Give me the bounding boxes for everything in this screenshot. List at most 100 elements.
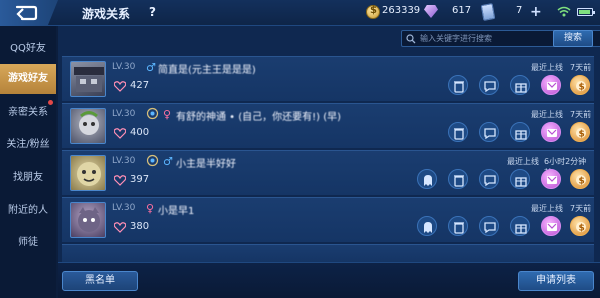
chat-button[interactable] [479,169,499,189]
invite-button[interactable] [417,169,437,189]
page-title: 游戏关系 [82,7,131,21]
ticket-icon [480,3,496,21]
level-label: LV.30 [112,203,136,213]
level-label: LV.30 [112,109,136,119]
avatar[interactable] [70,61,106,97]
trash-icon [454,128,464,140]
gift-button[interactable] [510,122,530,142]
recharge-button[interactable]: $ [570,122,590,142]
chat-button[interactable] [479,75,499,95]
chat-button[interactable] [479,122,499,142]
sidebar-item-find-friends[interactable]: 找朋友 [0,163,56,193]
back-button[interactable] [0,0,58,26]
last-online-label: 最近上线 [507,157,539,166]
player-name: 小是早1 [158,206,195,217]
chat-icon [484,128,496,140]
chat-icon [484,175,496,187]
friend-row[interactable]: LV.30 ♂ 小主是半好好 397 最近上线 6小时2分钟前 $ [62,150,594,195]
chat-icon [484,222,496,234]
sidebar-item-qq-friends[interactable]: QQ好友 [0,34,56,64]
target-icon [146,154,159,167]
recharge-button[interactable]: $ [570,169,590,189]
plus-icon[interactable]: + [530,5,542,19]
delete-friend-button[interactable] [448,216,468,236]
sidebar-item-mentor[interactable]: 师徒 [0,228,56,258]
friend-row[interactable] [62,244,594,262]
intimacy-value: 380 [130,221,150,232]
message-icon [547,176,557,184]
last-online-label: 最近上线 [531,63,563,72]
player-name: 有舒的神通 • (自己，你还要有!) (早) [176,112,342,123]
delete-friend-button[interactable] [448,122,468,142]
ghost-icon [424,222,432,233]
friend-row[interactable]: LV.30 ♀ 有舒的神通 • (自己，你还要有!) (早) 400 最近上线 … [62,103,594,148]
svg-text:$: $ [579,224,585,234]
dollar-icon: $ [576,175,586,187]
gift-button[interactable] [510,216,530,236]
search-icon [406,34,416,44]
sidebar-item-nearby[interactable]: 附近的人 [0,196,56,226]
dollar-icon: $ [576,81,586,93]
male-icon: ♂ [146,61,156,74]
ghost-icon [424,175,432,186]
svg-text:$: $ [579,177,585,187]
friend-row[interactable]: LV.30 ♀ 小是早1 380 最近上线 7天前 $ [62,197,594,242]
gift-icon [515,130,527,140]
svg-text:$: $ [579,130,585,140]
recharge-button[interactable]: $ [570,75,590,95]
female-icon: ♀ [146,202,155,215]
gem-count: 617 [452,5,472,16]
coin-icon [366,5,380,19]
chat-button[interactable] [479,216,499,236]
male-icon: ♂ [163,155,173,168]
invite-button[interactable] [417,216,437,236]
sidebar-item-game-friends[interactable]: 游戏好友 [0,64,56,94]
gift-button[interactable] [510,75,530,95]
coin-count: 263339 [382,5,421,16]
sidebar-item-follow[interactable]: 关注/粉丝 [0,130,56,160]
last-online-label: 最近上线 [531,204,563,213]
gift-icon [515,83,527,93]
dollar-icon: $ [576,222,586,234]
player-name: 小主是半好好 [176,159,236,170]
blacklist-button[interactable]: 黑名单 [62,271,138,291]
search-button[interactable]: 搜索 [553,30,593,47]
trash-icon [454,175,464,187]
back-icon [15,5,38,21]
delete-friend-button[interactable] [448,75,468,95]
intimacy-value: 397 [130,174,150,185]
trash-icon [454,81,464,93]
gift-button[interactable] [510,169,530,189]
message-icon [547,82,557,90]
message-button[interactable] [541,122,561,142]
help-button[interactable]: ? [149,5,156,19]
target-icon [146,107,159,120]
chat-icon [484,81,496,93]
trash-icon [454,222,464,234]
ticket-count: 7 [516,5,523,16]
delete-friend-button[interactable] [448,169,468,189]
heart-icon [114,81,126,92]
heart-icon [114,222,126,233]
intimacy-value: 427 [130,80,150,91]
last-online-value: 7天前 [570,204,592,213]
message-button[interactable] [541,169,561,189]
message-button[interactable] [541,75,561,95]
last-online-value: 7天前 [570,63,592,72]
message-button[interactable] [541,216,561,236]
avatar[interactable] [70,108,106,144]
female-icon: ♀ [163,108,172,121]
apply-list-button[interactable]: 申请列表 [518,271,594,291]
last-online-label: 最近上线 [531,110,563,119]
wifi-icon [557,6,571,17]
friend-row[interactable]: LV.30 ♂ 简直是(元主王是是是) 427 最近上线 7天前 $ [62,56,594,101]
gift-icon [515,224,527,234]
svg-text:$: $ [579,83,585,93]
avatar[interactable] [70,155,106,191]
avatar[interactable] [70,202,106,238]
recharge-button[interactable]: $ [570,216,590,236]
gift-icon [515,177,527,187]
heart-icon [114,128,126,139]
sidebar-item-intimate[interactable]: 亲密关系 [0,98,56,128]
dollar-icon: $ [576,128,586,140]
